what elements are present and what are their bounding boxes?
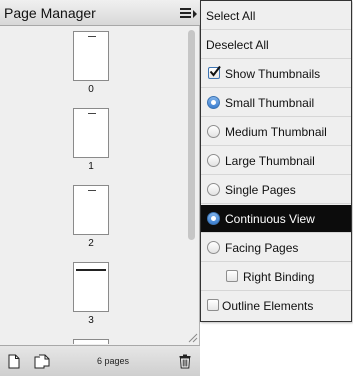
duplicate-page-icon[interactable] [34, 354, 50, 370]
medium-thumbnail-radio[interactable] [207, 125, 220, 138]
menu-item-single-pages[interactable]: Single Pages [201, 176, 351, 204]
menu-item-small-thumbnail[interactable]: Small Thumbnail [201, 89, 351, 117]
page-thumbnail[interactable] [73, 339, 109, 344]
page-count: 6 pages [96, 356, 130, 366]
page-number: 3 [88, 315, 94, 326]
panel-footer: 6 pages [0, 345, 200, 376]
page-manager-panel: Page Manager 0 1 2 3 6 pages [0, 0, 200, 376]
page-thumbnail[interactable] [73, 185, 109, 235]
resize-grip-icon[interactable] [187, 332, 198, 343]
thumbnail-list[interactable]: 0 1 2 3 [0, 26, 186, 344]
panel-options-menu: Select All Deselect All Show Thumbnails … [200, 0, 352, 322]
page-number: 1 [88, 161, 94, 172]
menu-item-label: Single Pages [225, 183, 296, 197]
checkmark-icon [209, 65, 221, 77]
menu-item-label: Right Binding [243, 270, 315, 284]
page-thumbnail[interactable] [73, 31, 109, 81]
small-thumbnail-radio[interactable] [207, 96, 220, 109]
menu-item-label: Medium Thumbnail [225, 125, 327, 139]
menu-item-outline-elements[interactable]: Outline Elements [201, 292, 351, 320]
menu-item-label: Show Thumbnails [225, 67, 321, 81]
menu-item-large-thumbnail[interactable]: Large Thumbnail [201, 147, 351, 175]
trash-icon[interactable] [179, 354, 191, 369]
page-thumbnail[interactable] [73, 262, 109, 312]
menu-item-deselect-all[interactable]: Deselect All [201, 31, 351, 59]
menu-item-continuous-view[interactable]: Continuous View [201, 205, 351, 233]
thumbnail-scrollbar[interactable] [186, 26, 199, 344]
show-thumbnails-checkbox[interactable] [208, 65, 221, 79]
menu-item-right-binding[interactable]: Right Binding [201, 263, 351, 291]
menu-item-label: Small Thumbnail [225, 96, 315, 110]
right-binding-checkbox[interactable] [226, 270, 238, 282]
menu-arrow-icon [193, 10, 197, 18]
menu-item-show-thumbnails[interactable]: Show Thumbnails [201, 60, 351, 88]
panel-title: Page Manager [4, 5, 96, 21]
menu-icon [180, 8, 191, 20]
menu-item-label: Outline Elements [222, 299, 314, 313]
menu-item-label: Facing Pages [225, 241, 299, 255]
panel-menu-button[interactable] [178, 7, 200, 21]
panel-header: Page Manager [0, 0, 200, 26]
continuous-view-radio[interactable] [207, 212, 220, 225]
menu-item-select-all[interactable]: Select All [201, 2, 351, 30]
menu-item-label: Continuous View [225, 212, 315, 226]
menu-item-medium-thumbnail[interactable]: Medium Thumbnail [201, 118, 351, 146]
large-thumbnail-radio[interactable] [207, 154, 220, 167]
scrollbar-thumb[interactable] [188, 30, 195, 240]
single-pages-radio[interactable] [207, 183, 220, 196]
menu-item-facing-pages[interactable]: Facing Pages [201, 234, 351, 262]
menu-item-label: Select All [206, 9, 256, 23]
new-page-icon[interactable] [8, 354, 20, 369]
page-number: 2 [88, 238, 94, 249]
facing-pages-radio[interactable] [207, 241, 220, 254]
menu-item-label: Large Thumbnail [225, 154, 315, 168]
page-thumbnail[interactable] [73, 108, 109, 158]
page-number: 0 [88, 84, 94, 95]
menu-item-label: Deselect All [206, 38, 269, 52]
outline-elements-checkbox[interactable] [207, 299, 219, 311]
